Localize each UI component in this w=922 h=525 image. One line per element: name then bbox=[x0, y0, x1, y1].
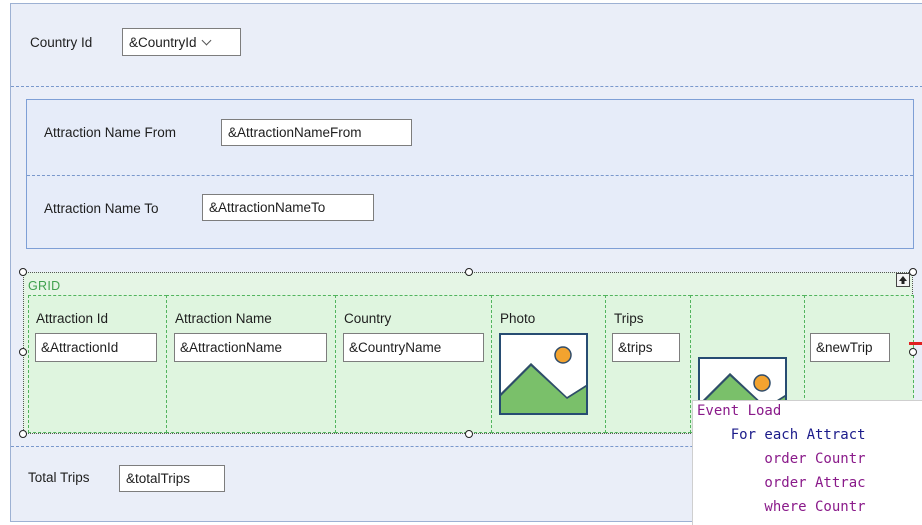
attraction-name-field[interactable]: &AttractionName bbox=[174, 333, 327, 362]
resize-handle-icon[interactable] bbox=[19, 268, 27, 276]
code-line[interactable]: order Countr bbox=[697, 451, 865, 467]
resize-handle-icon[interactable] bbox=[19, 430, 27, 438]
country-name-field[interactable]: &CountryName bbox=[343, 333, 484, 362]
code-line[interactable]: For each Attract bbox=[697, 427, 866, 443]
filter-divider bbox=[27, 175, 913, 176]
chevron-down-icon[interactable] bbox=[201, 35, 211, 45]
attraction-id-field[interactable]: &AttractionId bbox=[35, 333, 157, 362]
section-divider bbox=[11, 86, 922, 87]
attraction-from-label: Attraction Name From bbox=[44, 125, 177, 140]
resize-handle-icon[interactable] bbox=[465, 268, 473, 276]
country-id-combo[interactable]: &CountryId bbox=[122, 28, 241, 56]
photo-image-placeholder[interactable] bbox=[499, 333, 588, 415]
code-line[interactable]: order Attrac bbox=[697, 475, 865, 491]
trips-field[interactable]: &trips bbox=[612, 333, 680, 362]
selection-marker bbox=[909, 342, 922, 345]
resize-handle-icon[interactable] bbox=[909, 268, 917, 276]
code-editor[interactable]: Event Load For each Attract order Countr… bbox=[692, 400, 922, 525]
attraction-from-field[interactable]: &AttractionNameFrom bbox=[221, 119, 412, 146]
country-id-value: &CountryId bbox=[129, 34, 197, 50]
resize-handle-icon[interactable] bbox=[19, 348, 27, 356]
image-placeholder-icon bbox=[501, 335, 586, 413]
resize-handle-icon[interactable] bbox=[465, 430, 473, 438]
country-id-label: Country Id bbox=[30, 35, 93, 50]
move-up-button[interactable] bbox=[896, 273, 910, 287]
column-header-photo: Photo bbox=[500, 311, 536, 326]
column-header-attraction-name: Attraction Name bbox=[175, 311, 272, 326]
total-trips-label: Total Trips bbox=[28, 470, 90, 485]
attraction-to-field[interactable]: &AttractionNameTo bbox=[202, 194, 374, 221]
move-up-icon bbox=[899, 276, 907, 284]
total-trips-field[interactable]: &totalTrips bbox=[119, 465, 225, 492]
resize-handle-icon[interactable] bbox=[909, 348, 917, 356]
column-header-country: Country bbox=[344, 311, 392, 326]
column-header-attraction-id: Attraction Id bbox=[36, 311, 109, 326]
code-line[interactable]: where Countr bbox=[697, 499, 865, 515]
new-trip-field[interactable]: &newTrip bbox=[810, 333, 890, 362]
column-header-trips: Trips bbox=[614, 311, 644, 326]
code-line[interactable]: Event Load bbox=[697, 403, 781, 419]
grid-title: GRID bbox=[28, 279, 61, 293]
attraction-filter-table bbox=[26, 99, 914, 249]
attraction-to-label: Attraction Name To bbox=[44, 201, 159, 216]
